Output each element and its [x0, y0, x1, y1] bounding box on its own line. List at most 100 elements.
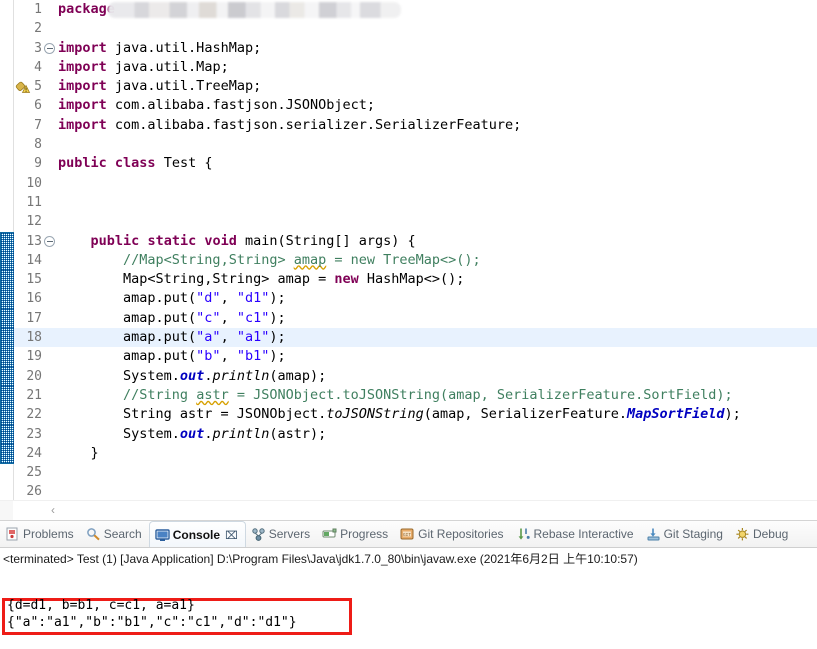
tab-label: Debug: [752, 527, 789, 541]
tab-debug[interactable]: Debug: [730, 521, 795, 547]
line-number: 14: [26, 252, 42, 268]
change-bar: [0, 270, 14, 290]
servers-icon: [251, 524, 266, 541]
annotation-column: [0, 96, 13, 115]
code-text: //Map<String,String> amap = new TreeMap<…: [123, 251, 481, 268]
progress-icon: [322, 524, 337, 538]
line-number: 20: [26, 368, 42, 384]
tab-search[interactable]: Search: [81, 521, 149, 547]
code-line[interactable]: 9 public class Test {: [0, 154, 817, 173]
line-number: 9: [34, 156, 42, 172]
tab-console[interactable]: Console ⌧: [148, 521, 246, 547]
code-text: String astr = JSONObject.toJSONString(am…: [58, 406, 741, 423]
code-line[interactable]: 14 //Map<String,String> amap = new TreeM…: [0, 250, 817, 271]
change-bar: [0, 347, 14, 367]
search-icon: [86, 524, 101, 541]
code-line[interactable]: 26: [0, 482, 817, 501]
code-line[interactable]: 1 package: [0, 0, 817, 19]
fold-collapse-icon[interactable]: [44, 235, 55, 247]
tab-servers[interactable]: Servers: [246, 521, 317, 547]
annotation-column: [0, 135, 13, 154]
tab-git-repositories[interactable]: GIT Git Repositories: [395, 521, 510, 547]
code-text: public class Test {: [58, 155, 213, 172]
code-line[interactable]: 11: [0, 193, 817, 212]
code-text: public static void main(String[] args) {: [90, 232, 416, 249]
annotation-column: [0, 193, 13, 212]
console-terminated-status: <terminated> Test (1) [Java Application]…: [3, 552, 638, 566]
code-text: import com.alibaba.fastjson.serializer.S…: [58, 116, 522, 133]
code-line[interactable]: 17 amap.put("c", "c1");: [0, 308, 817, 329]
tab-label: Console: [172, 528, 221, 542]
tab-problems[interactable]: Problems: [0, 521, 81, 547]
code-line[interactable]: 10: [0, 174, 817, 193]
change-bar: [0, 385, 14, 406]
console-output-line: {d=d1, b=b1, c=c1, a=a1}: [7, 598, 195, 613]
line-number: 8: [34, 137, 42, 153]
code-line[interactable]: 21 //String astr = JSONObject.toJSONStri…: [0, 385, 817, 406]
code-line[interactable]: 25: [0, 463, 817, 482]
tab-rebase-interactive[interactable]: Rebase Interactive: [511, 521, 641, 547]
git-repo-icon: GIT: [400, 524, 415, 540]
problems-icon: [5, 524, 20, 541]
line-number: 21: [26, 387, 42, 403]
code-line[interactable]: 7 import com.alibaba.fastjson.serializer.…: [0, 116, 817, 135]
line-number: 17: [26, 310, 42, 326]
code-line-list[interactable]: 1 package 2 3 import java.util.HashMap; 4 imp…: [0, 0, 817, 502]
code-line[interactable]: 12: [0, 212, 817, 231]
code-text: Map<String,String> amap = new HashMap<>(…: [58, 271, 465, 288]
line-number: 2: [34, 21, 42, 37]
change-bar: [0, 366, 14, 386]
close-icon[interactable]: ⌧: [225, 523, 238, 547]
code-text: System.out.println(astr);: [58, 425, 327, 442]
code-line[interactable]: 6 import com.alibaba.fastjson.JSONObject;: [0, 96, 817, 115]
line-number: 12: [26, 214, 42, 230]
change-bar: [0, 289, 14, 309]
console-icon: [155, 525, 170, 541]
code-line[interactable]: 13 public static void main(String[] args…: [0, 231, 817, 252]
code-line[interactable]: 18 amap.put("a", "a1");: [0, 328, 817, 348]
editor-horizontal-scrollbar[interactable]: ‹: [0, 500, 817, 520]
fold-collapse-icon[interactable]: [44, 42, 55, 54]
line-number: 24: [26, 445, 42, 461]
view-tab-bar[interactable]: Problems Search Console ⌧ Servers Progress GIT…: [0, 521, 817, 548]
code-line[interactable]: 8: [0, 135, 817, 154]
annotation-column: [0, 58, 13, 77]
annotation-column: [0, 154, 13, 173]
code-line[interactable]: 3 import java.util.HashMap;: [0, 39, 817, 58]
code-text: }: [58, 444, 99, 461]
code-line[interactable]: 5 import java.util.TreeMap;: [0, 77, 817, 96]
scroll-left-icon[interactable]: ‹: [46, 503, 60, 517]
code-text: import java.util.Map;: [58, 58, 229, 75]
code-line[interactable]: 2: [0, 19, 817, 38]
code-line[interactable]: 4 import java.util.Map;: [0, 58, 817, 77]
line-number: 19: [26, 349, 42, 365]
code-line[interactable]: 16 amap.put("d", "d1");: [0, 289, 817, 309]
code-text: amap.put("a", "a1");: [58, 329, 286, 346]
code-text: import java.util.HashMap;: [58, 39, 262, 56]
code-text: import com.alibaba.fastjson.JSONObject;: [58, 97, 375, 114]
svg-text:GIT: GIT: [403, 533, 411, 538]
code-text: amap.put("b", "b1");: [58, 348, 286, 365]
tab-label: Rebase Interactive: [533, 527, 634, 541]
annotation-column: [0, 482, 13, 501]
line-number: 25: [26, 465, 42, 481]
line-number: 6: [34, 98, 42, 114]
git-staging-icon: [646, 524, 661, 541]
code-line[interactable]: 19 amap.put("b", "b1");: [0, 347, 817, 367]
code-line[interactable]: 15 Map<String,String> amap = new HashMap…: [0, 270, 817, 290]
tab-progress[interactable]: Progress: [317, 521, 395, 547]
code-line[interactable]: 20 System.out.println(amap);: [0, 366, 817, 386]
line-number: 13: [26, 233, 42, 249]
annotation-column: [0, 174, 13, 193]
tab-label: Git Repositories: [418, 527, 504, 541]
line-number: 5: [34, 79, 42, 95]
annotation-column: [0, 212, 13, 231]
code-line[interactable]: 23 System.out.println(astr);: [0, 424, 817, 444]
console-view[interactable]: <terminated> Test (1) [Java Application]…: [0, 548, 817, 649]
change-bar: [0, 443, 14, 465]
tab-git-staging[interactable]: Git Staging: [641, 521, 730, 547]
code-line[interactable]: 22 String astr = JSONObject.toJSONString…: [0, 405, 817, 425]
code-line[interactable]: 24 }: [0, 443, 817, 465]
code-editor[interactable]: 1 package 2 3 import java.util.HashMap; 4 imp…: [0, 0, 817, 520]
rebase-icon: [516, 524, 531, 540]
